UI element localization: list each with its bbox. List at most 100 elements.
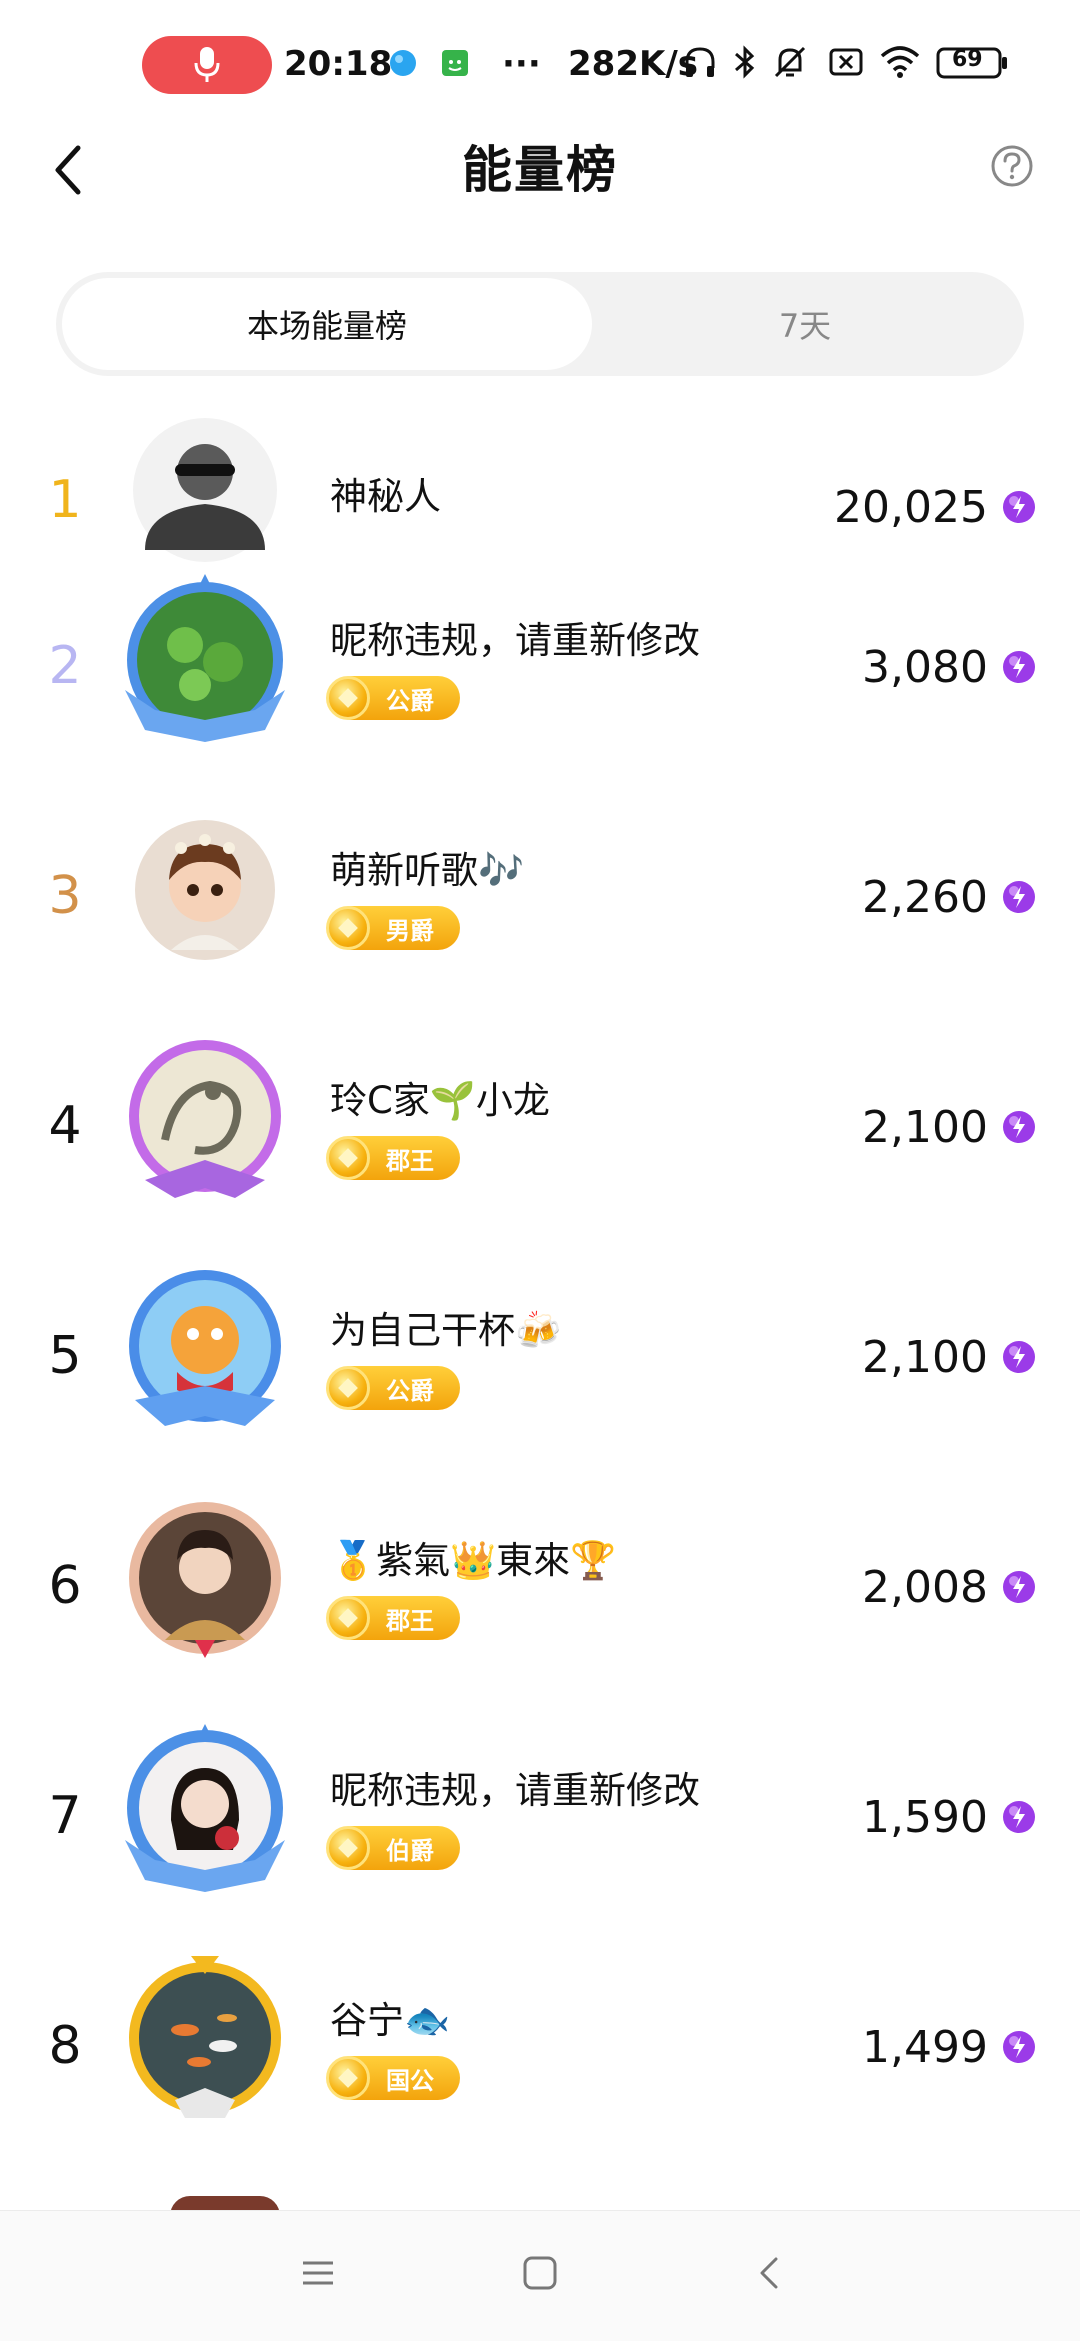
rank-badge: 伯爵 [326,1826,460,1870]
tab-7-days[interactable]: 7天 [592,278,1018,370]
rank-number: 2 [48,636,82,696]
username: 昵称违规，请重新修改 [330,1769,700,1812]
leaderboard-row[interactable]: 6 🥇紫氣👑東來🏆 郡王 2,008 [0,1470,1080,1700]
avatar[interactable] [115,1030,295,1210]
warrior-avatar [129,1502,281,1658]
cartoon-girl-avatar [135,820,275,960]
avatar[interactable] [115,1720,295,1900]
badge-label: 郡王 [386,1606,434,1635]
leaderboard-row[interactable]: 5 为自己干杯🍻 公爵 2,100 [0,1240,1080,1470]
system-nav-bar [0,2210,1080,2341]
question-circle-icon [991,145,1033,187]
leaderboard-row[interactable]: 4 玲C家🌱小龙 郡王 2,100 [0,1010,1080,1240]
coin-icon [326,1596,370,1640]
plant-avatar [125,574,285,742]
username: 昵称违规，请重新修改 [330,619,700,662]
no-sim-icon [828,44,864,84]
rank-number: 6 [48,1556,82,1616]
rank-badge: 公爵 [326,676,460,720]
rank-badge: 公爵 [326,1366,460,1410]
energy-icon [1002,650,1036,684]
badge-label: 国公 [386,2066,434,2095]
rank-number: 5 [48,1326,82,1386]
leaderboard-row[interactable]: 3 萌新听歌🎶 男爵 2,260 [0,780,1080,1010]
page-title: 能量榜 [462,141,618,199]
clock: 20:18 [284,44,393,84]
energy-score: 2,100 [862,1102,988,1153]
rank-number: 1 [48,470,82,530]
energy-score: 1,499 [862,2022,988,2073]
coin-icon [326,1366,370,1410]
app-icon-green [440,48,470,82]
energy-score: 2,100 [862,1332,988,1383]
home-button[interactable] [522,2255,558,2295]
rank-badge: 郡王 [326,1596,460,1640]
bluetooth-icon [732,44,758,84]
coin-icon [326,906,370,950]
rank-number: 7 [48,1786,82,1846]
badge-label: 伯爵 [386,1836,434,1865]
menu-icon [303,2261,333,2285]
coin-icon [326,2056,370,2100]
username: 玲C家🌱小龙 [330,1079,550,1122]
rank-badge: 国公 [326,2056,460,2100]
status-bar: 20:18 ··· 282K/s 69 [0,0,1080,120]
badge-label: 郡王 [386,1146,434,1175]
recent-apps-button[interactable] [300,2255,336,2295]
username: 🥇紫氣👑東來🏆 [330,1539,617,1582]
more-indicator: ··· [502,44,541,84]
badge-label: 公爵 [386,686,434,715]
leaderboard-row[interactable]: 8 谷宁🐟 国公 1,499 [0,1930,1080,2160]
app-icon-blue [388,48,418,82]
mic-icon [194,47,220,82]
battery-icon: 69 [936,46,1010,84]
leaderboard-row[interactable]: 2 昵称违规，请重新修改 公爵 3,080 [0,550,1080,780]
koi-avatar [129,1956,281,2118]
username: 萌新听歌🎶 [330,849,525,892]
mic-recording-pill[interactable] [142,36,272,94]
username: 神秘人 [330,475,441,518]
leaderboard-list[interactable]: 1 神秘人 20,025 2 昵称违规，请重新修改 公爵 3,080 3 萌新听… [0,400,1080,2210]
badge-label: 公爵 [386,1376,434,1405]
mute-icon [772,44,808,84]
username: 谷宁🐟 [330,1999,451,2042]
energy-score: 1,590 [862,1792,988,1843]
energy-icon [1002,1800,1036,1834]
system-back-button[interactable] [752,2255,788,2295]
avatar[interactable] [115,570,295,750]
woman-avatar [125,1724,285,1892]
energy-icon [1002,2030,1036,2064]
username: 为自己干杯🍻 [330,1309,562,1352]
avatar[interactable] [115,1260,295,1440]
energy-icon [1002,490,1036,524]
coin-icon [326,676,370,720]
home-square-icon [523,2256,557,2290]
help-button[interactable] [990,144,1034,188]
cartoon-dragon-avatar [129,1270,281,1426]
energy-score: 20,025 [834,482,988,533]
rank-number: 8 [48,2016,82,2076]
rank-number: 3 [48,866,82,926]
energy-score: 2,008 [862,1562,988,1613]
avatar[interactable] [115,800,295,980]
headphone-icon [682,44,718,84]
battery-level: 69 [952,47,983,72]
rank-number: 4 [48,1096,82,1156]
rank-badge: 郡王 [326,1136,460,1180]
energy-icon [1002,880,1036,914]
leaderboard-row[interactable]: 1 神秘人 20,025 [0,400,1080,562]
coin-icon [326,1826,370,1870]
avatar[interactable] [115,1490,295,1670]
leaderboard-row[interactable]: 7 昵称违规，请重新修改 伯爵 1,590 [0,1700,1080,1930]
network-speed: 282K/s [568,44,698,84]
avatar[interactable] [115,1950,295,2130]
coin-icon [326,1136,370,1180]
tab-current-session[interactable]: 本场能量榜 [62,278,592,370]
energy-icon [1002,1110,1036,1144]
energy-icon [1002,1340,1036,1374]
rank-badge: 男爵 [326,906,460,950]
wifi-icon [880,44,920,84]
badge-label: 男爵 [386,916,434,945]
energy-score: 2,260 [862,872,988,923]
tab-bar: 本场能量榜 7天 [56,272,1024,376]
